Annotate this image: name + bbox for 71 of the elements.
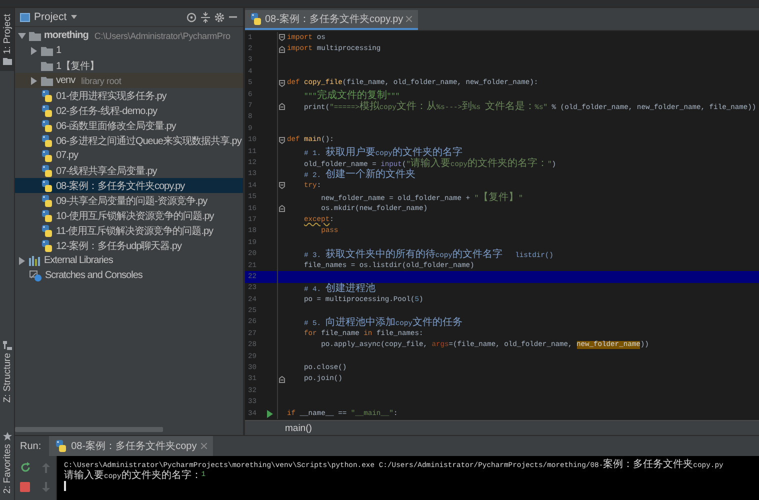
panel-title[interactable]: Project: [34, 11, 67, 23]
tree-item[interactable]: 08-案例：多任务文件夹copy.py: [15, 178, 243, 193]
fold-marker-icon[interactable]: [279, 102, 285, 110]
tree-item[interactable]: 11-使用互斥锁解决资源竞争的问题.py: [15, 223, 243, 238]
tree-item[interactable]: 01-使用进程实现多任务.py: [15, 88, 243, 103]
run-label: Run:: [19, 440, 42, 454]
side-tab[interactable]: 2: Favorites: [0, 426, 14, 500]
python-file-icon: [41, 194, 53, 206]
close-icon: [200, 443, 207, 449]
python-file-icon: [55, 440, 68, 452]
target-icon: [186, 12, 197, 22]
text-cursor: [64, 481, 66, 491]
python-file-icon: [41, 164, 53, 176]
fold-marker-icon[interactable]: [279, 136, 285, 144]
tree-item[interactable]: 07-线程共享全局变量.py: [15, 163, 243, 178]
collapse-icon: [201, 12, 210, 22]
star-icon: [3, 432, 12, 442]
folder-icon: [41, 46, 53, 56]
close-icon: [406, 16, 412, 22]
stop-icon[interactable]: [20, 482, 30, 492]
run-icon[interactable]: [267, 410, 273, 418]
settings-icon: [214, 12, 225, 22]
fold-marker-icon[interactable]: [279, 46, 285, 53]
tree-item[interactable]: 09-共享全局变量的问题-资源竞争.py: [15, 193, 243, 208]
fold-marker-icon[interactable]: [279, 205, 285, 212]
caret-icon: [70, 15, 77, 19]
fold-marker-icon[interactable]: [279, 182, 285, 190]
python-file-icon: [41, 104, 53, 116]
folder-icon: [41, 60, 53, 70]
folder-icon: [3, 57, 12, 66]
tree-item[interactable]: 10-使用互斥锁解决资源竞争的问题.py: [15, 208, 243, 223]
scrollbar[interactable]: [15, 427, 163, 432]
python-file-icon: [41, 240, 53, 252]
tree-item[interactable]: 02-多任务-线程-demo.py: [15, 103, 243, 118]
editor-tab[interactable]: 08-案例：多任务文件夹copy.py: [245, 10, 418, 30]
tree-item[interactable]: 1: [15, 43, 243, 58]
side-tab[interactable]: 1: Project: [0, 8, 14, 72]
python-file-icon: [41, 120, 53, 132]
side-tab[interactable]: Z: Structure: [0, 334, 14, 408]
collapsed-arrow-icon: [30, 76, 38, 84]
tree-item[interactable]: morething C:\Users\Administrator\PycharmPro: [15, 28, 243, 43]
tree-item[interactable]: 06-函数里面修改全局变量.py: [15, 118, 243, 133]
fold-marker-icon[interactable]: [279, 34, 285, 42]
python-file-icon: [41, 90, 53, 102]
folder-icon: [29, 30, 41, 40]
tree-item[interactable]: External Libraries: [15, 253, 243, 268]
structure-icon: [3, 340, 12, 350]
expanded-arrow-icon: [18, 32, 26, 40]
python-file-icon: [41, 180, 53, 192]
collapsed-arrow-icon: [30, 46, 38, 54]
tree-item[interactable]: venv library root: [15, 73, 243, 88]
python-file-icon: [250, 13, 262, 25]
python-file-icon: [41, 224, 53, 236]
panel-icon: [20, 12, 30, 22]
rerun-icon[interactable]: [20, 462, 31, 473]
fold-marker-icon[interactable]: [279, 80, 285, 87]
scratches-icon: [29, 270, 42, 282]
python-file-icon: [41, 134, 53, 146]
python-file-icon: [41, 150, 53, 162]
fold-marker-icon[interactable]: [279, 376, 285, 383]
python-file-icon: [41, 210, 53, 222]
tree-item[interactable]: 1【复件】: [15, 58, 243, 73]
collapsed-arrow-icon: [18, 256, 26, 264]
tree-item[interactable]: 12-案例：多任务udp聊天器.py: [15, 238, 243, 253]
breadcrumb[interactable]: main(): [245, 420, 759, 435]
tree-item[interactable]: 06-多进程之间通过Queue来实现数据共享.py: [15, 133, 243, 148]
tree-item[interactable]: Scratches and Consoles: [15, 268, 243, 283]
run-tab[interactable]: 08-案例：多任务文件夹copy: [49, 436, 213, 456]
tree-item[interactable]: 07.py: [15, 148, 243, 163]
library-icon: [29, 256, 41, 266]
folder-icon: [41, 76, 53, 86]
